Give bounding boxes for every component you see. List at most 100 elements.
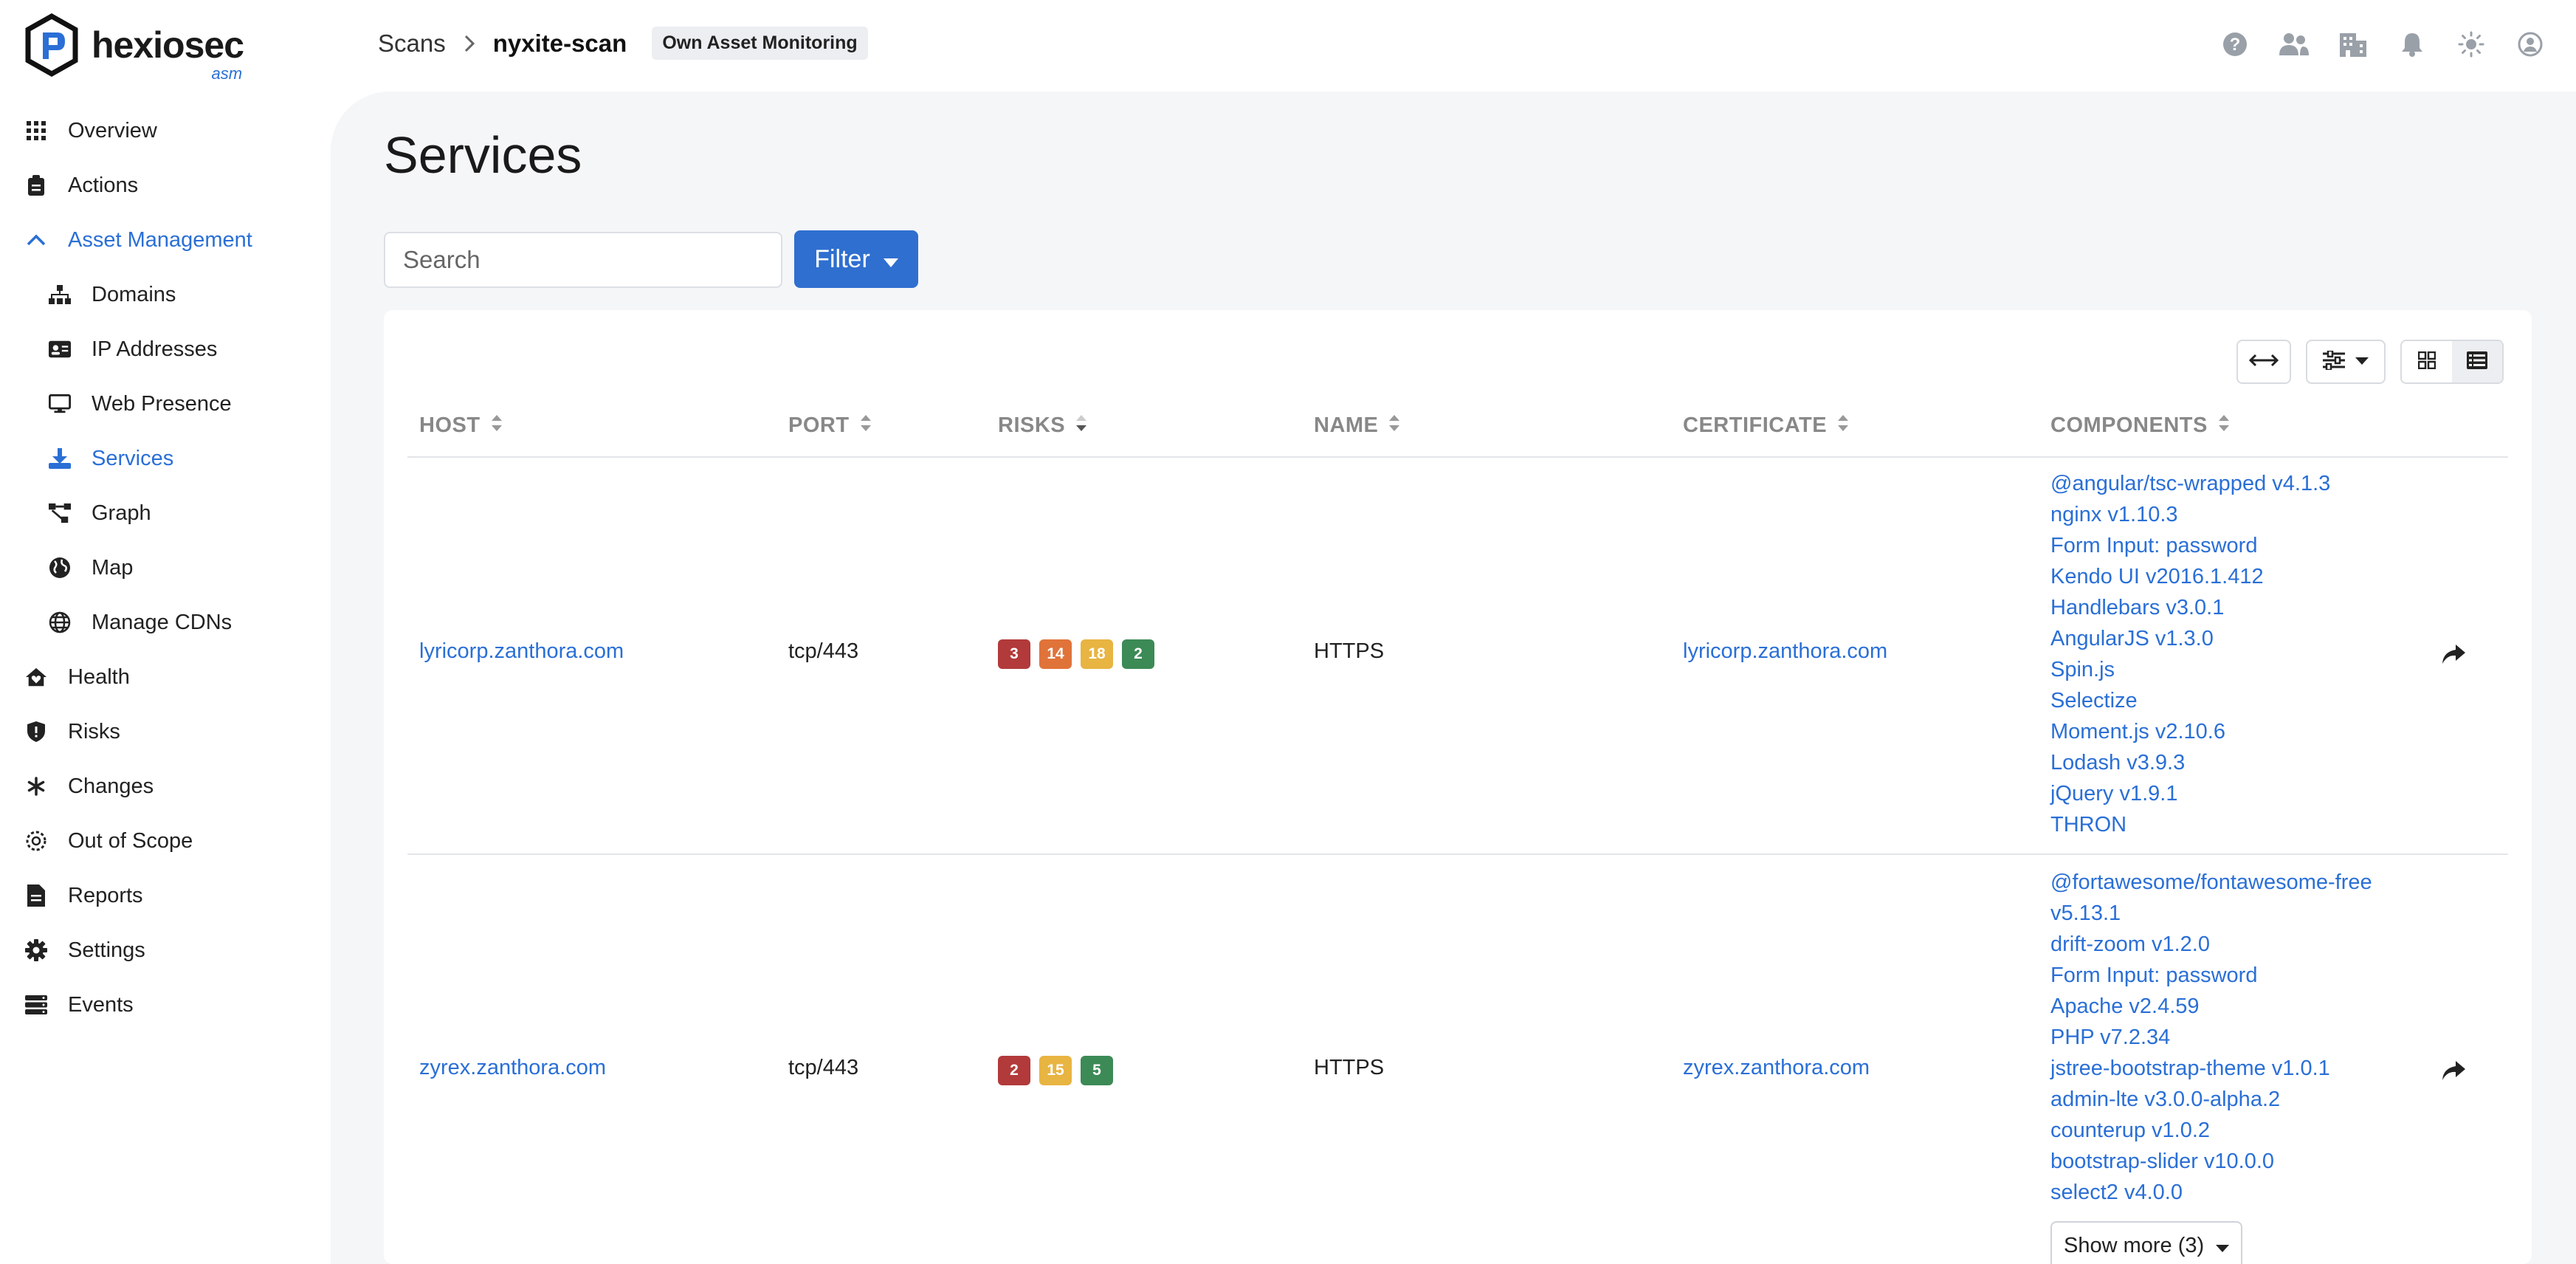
- help-icon[interactable]: ?: [2219, 28, 2251, 61]
- share-icon[interactable]: [2437, 638, 2470, 670]
- sidebar-item-risks[interactable]: Risks: [0, 704, 331, 759]
- table-toolbar: [2236, 340, 2504, 384]
- column-header-name[interactable]: NAME: [1314, 413, 1400, 438]
- sidebar-item-label: Changes: [68, 774, 154, 798]
- sidebar-item-out-of-scope[interactable]: Out of Scope: [0, 814, 331, 868]
- sidebar-item-label: Events: [68, 992, 134, 1017]
- scan-type-badge: Own Asset Monitoring: [652, 27, 868, 60]
- sidebar-item-domains[interactable]: Domains: [0, 267, 331, 322]
- column-label: COMPONENTS: [2050, 413, 2208, 437]
- component-link[interactable]: Spin.js: [2050, 654, 2420, 685]
- risk-badge-medium[interactable]: 18: [1081, 639, 1113, 669]
- sidebar-item-asset-management[interactable]: Asset Management: [0, 213, 331, 267]
- component-link[interactable]: PHP v7.2.34: [2050, 1022, 2420, 1053]
- sidebar-item-web-presence[interactable]: Web Presence: [0, 377, 331, 431]
- column-header-risks[interactable]: RISKS: [998, 413, 1087, 438]
- sidebar-nav: Overview Actions Asset Management Domain…: [0, 103, 331, 1032]
- gear-icon: [25, 939, 47, 961]
- component-link[interactable]: Lodash v3.9.3: [2050, 747, 2420, 778]
- chevron-up-icon: [25, 229, 47, 251]
- component-link[interactable]: select2 v4.0.0: [2050, 1177, 2420, 1208]
- component-link[interactable]: @angular/tsc-wrapped v4.1.3: [2050, 468, 2420, 499]
- sort-icon: [1388, 413, 1400, 438]
- logo[interactable]: hexiosec asm: [24, 12, 245, 83]
- risk-badge-high[interactable]: 14: [1039, 639, 1072, 669]
- component-link[interactable]: counterup v1.0.2: [2050, 1115, 2420, 1146]
- sidebar-item-actions[interactable]: Actions: [0, 158, 331, 213]
- component-link[interactable]: jstree-bootstrap-theme v1.0.1: [2050, 1053, 2420, 1084]
- sidebar-item-graph[interactable]: Graph: [0, 486, 331, 540]
- risk-badge-critical[interactable]: 3: [998, 639, 1030, 669]
- column-header-host[interactable]: HOST: [419, 413, 503, 438]
- filter-button[interactable]: Filter: [794, 230, 918, 288]
- component-link[interactable]: nginx v1.10.3: [2050, 499, 2420, 530]
- sidebar-item-label: Actions: [68, 173, 139, 197]
- sun-icon[interactable]: [2455, 28, 2487, 61]
- clipboard-icon: [25, 174, 47, 196]
- port-value: tcp/443: [788, 1056, 859, 1079]
- risk-badges: 2 15 5: [998, 1056, 1113, 1085]
- component-link[interactable]: @fortawesome/fontawesome-free v5.13.1: [2050, 867, 2420, 929]
- component-link[interactable]: Handlebars v3.0.1: [2050, 592, 2420, 623]
- column-label: RISKS: [998, 413, 1066, 437]
- sitemap-icon: [49, 284, 71, 306]
- component-link[interactable]: AngularJS v1.3.0: [2050, 623, 2420, 654]
- component-link[interactable]: Selectize: [2050, 685, 2420, 716]
- sidebar-item-changes[interactable]: Changes: [0, 759, 331, 814]
- risk-badge-low[interactable]: 2: [1122, 639, 1154, 669]
- column-header-port[interactable]: PORT: [788, 413, 872, 438]
- certificate-link[interactable]: zyrex.zanthora.com: [1683, 1056, 1870, 1080]
- sidebar-item-health[interactable]: Health: [0, 650, 331, 704]
- component-link[interactable]: THRON: [2050, 809, 2420, 840]
- building-icon[interactable]: [2337, 28, 2369, 61]
- list-view-button[interactable]: [2452, 341, 2502, 382]
- grid-view-button[interactable]: [2402, 341, 2452, 382]
- component-link[interactable]: Apache v2.4.59: [2050, 991, 2420, 1022]
- sidebar-item-label: Risks: [68, 719, 120, 743]
- bell-icon[interactable]: [2396, 28, 2428, 61]
- users-icon[interactable]: [2278, 28, 2310, 61]
- risk-badge-medium[interactable]: 15: [1039, 1056, 1072, 1085]
- grid-icon: [25, 120, 47, 142]
- column-label: HOST: [419, 413, 481, 437]
- component-link[interactable]: Kendo UI v2016.1.412: [2050, 561, 2420, 592]
- sidebar-item-manage-cdns[interactable]: Manage CDNs: [0, 595, 331, 650]
- sliders-icon: [2323, 349, 2345, 374]
- sidebar-item-ip-addresses[interactable]: IP Addresses: [0, 322, 331, 377]
- risk-badge-critical[interactable]: 2: [998, 1056, 1030, 1085]
- component-link[interactable]: Form Input: password: [2050, 960, 2420, 991]
- component-link[interactable]: Form Input: password: [2050, 530, 2420, 561]
- header-actions: ?: [2219, 28, 2546, 61]
- risk-badge-low[interactable]: 5: [1081, 1056, 1113, 1085]
- column-header-components[interactable]: COMPONENTS: [2050, 413, 2230, 438]
- column-label: CERTIFICATE: [1683, 413, 1828, 437]
- sidebar-item-map[interactable]: Map: [0, 540, 331, 595]
- house-heart-icon: [25, 666, 47, 688]
- component-link[interactable]: bootstrap-slider v10.0.0: [2050, 1146, 2420, 1177]
- components-list: @angular/tsc-wrapped v4.1.3 nginx v1.10.…: [2050, 468, 2420, 840]
- component-link[interactable]: admin-lte v3.0.0-alpha.2: [2050, 1084, 2420, 1115]
- components-list: @fortawesome/fontawesome-free v5.13.1 dr…: [2050, 867, 2420, 1264]
- host-link[interactable]: zyrex.zanthora.com: [419, 1056, 606, 1080]
- share-icon[interactable]: [2437, 1054, 2470, 1087]
- sidebar-item-settings[interactable]: Settings: [0, 923, 331, 978]
- services-table-card: HOST PORT RISKS NAME CERTIFICATE COMPONE…: [384, 310, 2532, 1264]
- sidebar-item-services[interactable]: Services: [0, 431, 331, 486]
- account-icon[interactable]: [2514, 28, 2546, 61]
- sidebar-item-overview[interactable]: Overview: [0, 103, 331, 158]
- column-settings-button[interactable]: [2306, 340, 2386, 384]
- component-link[interactable]: jQuery v1.9.1: [2050, 778, 2420, 809]
- host-link[interactable]: lyricorp.zanthora.com: [419, 639, 624, 664]
- search-input[interactable]: [384, 232, 782, 288]
- brand-name: hexiosec: [92, 24, 244, 66]
- breadcrumb-scans-link[interactable]: Scans: [378, 30, 446, 58]
- certificate-link[interactable]: lyricorp.zanthora.com: [1683, 639, 1887, 664]
- show-more-button[interactable]: Show more (3): [2050, 1221, 2243, 1264]
- sidebar-item-reports[interactable]: Reports: [0, 868, 331, 923]
- expand-width-button[interactable]: [2236, 340, 2291, 384]
- sidebar-item-events[interactable]: Events: [0, 978, 331, 1032]
- component-link[interactable]: Moment.js v2.10.6: [2050, 716, 2420, 747]
- breadcrumb: Scans nyxite-scan Own Asset Monitoring: [378, 27, 868, 60]
- column-header-certificate[interactable]: CERTIFICATE: [1683, 413, 1849, 438]
- component-link[interactable]: drift-zoom v1.2.0: [2050, 929, 2420, 960]
